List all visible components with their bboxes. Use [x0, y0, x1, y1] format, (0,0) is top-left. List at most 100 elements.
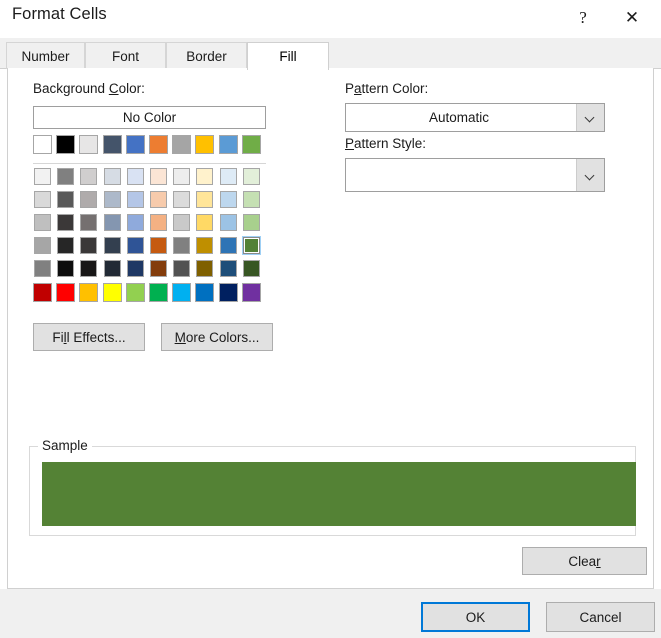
color-grid-swatch[interactable]	[195, 167, 214, 186]
color-grid-swatch[interactable]	[56, 190, 75, 209]
color-grid-swatch[interactable]	[79, 190, 98, 209]
color-grid-swatch[interactable]	[56, 236, 75, 255]
color-grid-swatch[interactable]	[242, 259, 261, 278]
color-grid-swatch[interactable]	[219, 190, 238, 209]
color-grid-swatch[interactable]	[33, 167, 52, 186]
standard-color-swatch[interactable]	[172, 283, 192, 302]
color-grid-swatch[interactable]	[56, 259, 75, 278]
pattern-color-value: Automatic	[428, 110, 490, 125]
close-button[interactable]: ✕	[609, 0, 655, 34]
theme-color-swatch[interactable]	[241, 135, 261, 154]
color-grid-swatch[interactable]	[195, 236, 214, 255]
color-grid-swatch[interactable]	[172, 213, 191, 232]
color-grid-swatch[interactable]	[242, 167, 261, 186]
close-x-icon: ✕	[624, 7, 640, 27]
cancel-button[interactable]: Cancel	[546, 602, 655, 632]
color-grid-swatch[interactable]	[219, 213, 238, 232]
color-grid-swatch[interactable]	[103, 167, 122, 186]
color-grid-swatch-selected[interactable]	[241, 236, 261, 255]
swatch-color	[103, 168, 121, 185]
color-grid-swatch[interactable]	[149, 236, 168, 255]
swatch-color	[126, 191, 144, 208]
theme-color-swatch[interactable]	[218, 135, 238, 154]
theme-color-swatch[interactable]	[79, 135, 99, 154]
color-grid-swatch[interactable]	[33, 190, 52, 209]
color-grid-swatch[interactable]	[33, 236, 52, 255]
color-grid-swatch[interactable]	[219, 259, 238, 278]
pattern-style-dropdown-arrow[interactable]	[576, 159, 604, 191]
pattern-style-dropdown[interactable]	[345, 158, 605, 192]
palette-divider	[33, 163, 266, 164]
color-grid-swatch[interactable]	[172, 167, 191, 186]
pattern-color-dropdown-arrow[interactable]	[576, 104, 604, 131]
color-grid-swatch[interactable]	[103, 259, 122, 278]
color-grid-swatch[interactable]	[56, 213, 75, 232]
theme-color-swatch[interactable]	[148, 135, 168, 154]
color-grid-swatch[interactable]	[172, 190, 191, 209]
color-grid-row	[33, 213, 261, 232]
color-grid-swatch[interactable]	[33, 213, 52, 232]
color-grid-swatch[interactable]	[79, 236, 98, 255]
theme-color-swatch[interactable]	[195, 135, 215, 154]
fill-effects-button[interactable]: Fill Effects...	[33, 323, 145, 351]
color-grid-swatch[interactable]	[172, 259, 191, 278]
color-grid-swatch[interactable]	[219, 167, 238, 186]
theme-color-swatch[interactable]	[102, 135, 122, 154]
color-grid-swatch[interactable]	[126, 259, 145, 278]
color-grid-swatch[interactable]	[126, 167, 145, 186]
ok-button[interactable]: OK	[421, 602, 530, 632]
color-grid-swatch[interactable]	[79, 259, 98, 278]
color-grid-swatch[interactable]	[195, 190, 214, 209]
color-grid-swatch[interactable]	[149, 190, 168, 209]
no-color-button[interactable]: No Color	[33, 106, 266, 129]
color-grid-swatch[interactable]	[242, 213, 261, 232]
color-grid-swatch[interactable]	[126, 213, 145, 232]
swatch-color	[196, 191, 214, 208]
tab-number[interactable]: Number	[6, 42, 85, 69]
color-grid-swatch[interactable]	[195, 259, 214, 278]
tab-border[interactable]: Border	[166, 42, 247, 69]
standard-color-swatch[interactable]	[148, 283, 168, 302]
standard-color-swatch[interactable]	[218, 283, 238, 302]
tab-font[interactable]: Font	[85, 42, 166, 69]
swatch-color	[126, 237, 144, 254]
theme-color-swatch[interactable]	[33, 135, 52, 154]
swatch-color	[219, 260, 237, 277]
color-grid-swatch[interactable]	[195, 213, 214, 232]
swatch-color	[219, 237, 237, 254]
color-grid-swatch[interactable]	[149, 259, 168, 278]
color-grid-swatch[interactable]	[149, 167, 168, 186]
pattern-color-dropdown[interactable]: Automatic	[345, 103, 605, 132]
standard-color-swatch[interactable]	[56, 283, 76, 302]
color-grid-swatch[interactable]	[103, 190, 122, 209]
color-grid-swatch[interactable]	[103, 236, 122, 255]
color-grid-swatch[interactable]	[33, 259, 52, 278]
theme-color-swatch[interactable]	[56, 135, 76, 154]
color-grid-swatch[interactable]	[149, 213, 168, 232]
color-grid-swatch[interactable]	[103, 213, 122, 232]
clear-button[interactable]: Clear	[522, 547, 647, 575]
color-grid-swatch[interactable]	[56, 167, 75, 186]
swatch-color	[242, 214, 260, 231]
tab-fill-label: Fill	[279, 49, 297, 64]
help-button[interactable]: ?	[560, 0, 606, 34]
theme-color-swatch[interactable]	[172, 135, 192, 154]
standard-color-swatch[interactable]	[102, 283, 122, 302]
color-grid-swatch[interactable]	[79, 213, 98, 232]
color-grid-swatch[interactable]	[172, 236, 191, 255]
theme-color-grid	[33, 167, 261, 282]
color-grid-swatch[interactable]	[79, 167, 98, 186]
more-colors-button[interactable]: More Colors...	[161, 323, 273, 351]
standard-color-swatch[interactable]	[33, 283, 52, 302]
tab-fill[interactable]: Fill	[247, 42, 329, 70]
standard-color-swatch[interactable]	[79, 283, 99, 302]
theme-color-swatch[interactable]	[125, 135, 145, 154]
standard-color-swatch[interactable]	[195, 283, 215, 302]
color-grid-swatch[interactable]	[242, 190, 261, 209]
color-grid-swatch[interactable]	[126, 190, 145, 209]
color-grid-swatch[interactable]	[219, 236, 238, 255]
tab-border-label: Border	[186, 48, 227, 64]
color-grid-swatch[interactable]	[126, 236, 145, 255]
standard-color-swatch[interactable]	[125, 283, 145, 302]
standard-color-swatch[interactable]	[241, 283, 261, 302]
